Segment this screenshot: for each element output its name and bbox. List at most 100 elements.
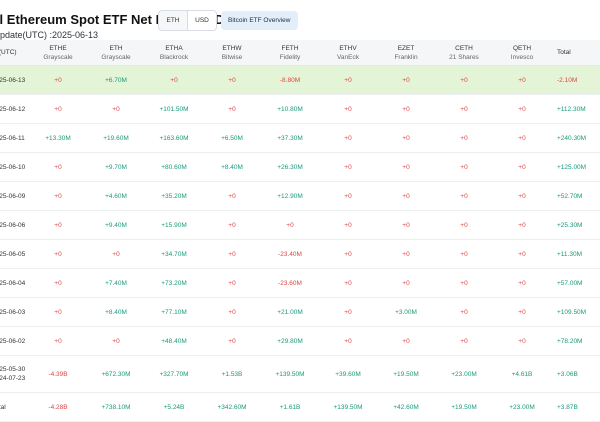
date-cell: 2025-06-13 bbox=[0, 66, 25, 94]
flow-value-cell: +0 bbox=[228, 221, 236, 229]
flow-value-cell: +0 bbox=[402, 221, 410, 229]
flow-value-cell: +0 bbox=[518, 134, 526, 142]
flow-value-cell: +0 bbox=[344, 250, 352, 258]
column-issuer: 21 Shares bbox=[449, 53, 479, 61]
column-issuer: VanEck bbox=[337, 53, 359, 61]
flow-value-cell: +240.30M bbox=[557, 134, 587, 142]
column-ticker: ETHA bbox=[165, 44, 183, 52]
table-row: 2025-06-09 +0 +4.60M +35.20M +0 +12.90M +0 +0 +0… bbox=[0, 182, 600, 211]
flow-value-cell: +0 bbox=[344, 308, 352, 316]
column-header-ceth[interactable]: CETH 21 Shares bbox=[449, 40, 479, 65]
date-cell: 2025-06-03 bbox=[0, 298, 25, 326]
flow-value-cell: +0 bbox=[344, 163, 352, 171]
column-header-qeth[interactable]: QETH Invesco bbox=[511, 40, 533, 65]
flow-value-cell: +0 bbox=[518, 250, 526, 258]
flow-value-cell: +23.00M bbox=[451, 370, 477, 378]
flow-value-cell: +0 bbox=[54, 250, 62, 258]
toolbar: ETH USD Bitcoin ETF Overview bbox=[158, 10, 298, 31]
flow-value-cell: +1.53B bbox=[221, 370, 243, 378]
eth-toggle-button[interactable]: ETH bbox=[159, 11, 187, 30]
column-header-ethv[interactable]: ETHV VanEck bbox=[337, 40, 359, 65]
flow-value-cell: +6.50M bbox=[221, 134, 243, 142]
flow-value-cell: +112.30M bbox=[557, 105, 586, 113]
flow-value-cell: +3.87B bbox=[557, 403, 578, 411]
flow-value-cell: -23.60M bbox=[278, 279, 302, 287]
flow-value-cell: +42.60M bbox=[393, 403, 419, 411]
flow-value-cell: +9.70M bbox=[105, 163, 127, 171]
date-text: 2025-06-05 bbox=[0, 250, 26, 258]
flow-value-cell: +5.24B bbox=[163, 403, 185, 411]
flow-value-cell: +8.40M bbox=[105, 308, 127, 316]
flow-value-cell: +0 bbox=[112, 105, 120, 113]
flow-value-cell: -4.28B bbox=[48, 403, 68, 411]
column-issuer: Bitwise bbox=[221, 53, 243, 61]
flow-value-cell: +0 bbox=[460, 105, 468, 113]
column-header-etha[interactable]: ETHA Blackrock bbox=[160, 40, 188, 65]
date-end-text: 2024-07-23 bbox=[0, 375, 26, 382]
flow-value-cell: +0 bbox=[54, 105, 62, 113]
flow-value-cell: +9.40M bbox=[105, 221, 127, 229]
column-ticker: ETHW bbox=[222, 44, 242, 52]
flow-value-cell: +7.40M bbox=[105, 279, 127, 287]
date-text: 2025-06-06 bbox=[0, 221, 26, 229]
date-text: 2025-06-09 bbox=[0, 192, 26, 200]
flow-value-cell: +0 bbox=[460, 279, 468, 287]
flow-value-cell: +0 bbox=[518, 279, 526, 287]
column-header-ethw[interactable]: ETHW Bitwise bbox=[222, 40, 243, 65]
flow-value-cell: +0 bbox=[54, 279, 62, 287]
column-header-total[interactable]: Total bbox=[557, 40, 571, 65]
flow-value-cell: +78.20M bbox=[557, 337, 583, 345]
bitcoin-etf-overview-button[interactable]: Bitcoin ETF Overview bbox=[221, 11, 298, 30]
flow-value-cell: +0 bbox=[460, 76, 468, 84]
column-header-ethe[interactable]: ETHE Grayscale bbox=[43, 40, 72, 65]
table-row: 2025-05-30 2024-07-23 -4.39B +672.30M +327.7… bbox=[0, 356, 600, 393]
flow-value-cell: +327.70M bbox=[159, 370, 189, 378]
flow-value-cell: +0 bbox=[344, 279, 352, 287]
table-row: 2025-06-12 +0 +0 +101.50M +0 +10.80M +0 +0 +0 +0 +… bbox=[0, 95, 600, 124]
flow-value-cell: +0 bbox=[344, 76, 352, 84]
date-text: 2025-06-13 bbox=[0, 76, 26, 84]
flow-value-cell: +672.30M bbox=[101, 370, 131, 378]
table-body: 2025-06-13 +0 +6.70M +0 +0 -8.80M +0 +0 +0 +0 -2.1… bbox=[0, 66, 600, 422]
flow-value-cell: +37.30M bbox=[277, 134, 303, 142]
usd-toggle-button[interactable]: USD bbox=[187, 11, 216, 30]
flow-value-cell: +0 bbox=[518, 192, 526, 200]
table-header: se(UTC) ETHEGrayscale ETHGrayscale ETHABlac… bbox=[0, 40, 600, 66]
flow-value-cell: +0 bbox=[460, 250, 468, 258]
flow-value-cell: +3.06B bbox=[557, 370, 578, 378]
flow-value-cell: -23.40M bbox=[278, 250, 302, 258]
flow-value-cell: +0 bbox=[344, 337, 352, 345]
flow-value-cell: +34.70M bbox=[161, 250, 187, 258]
flow-value-cell: +0 bbox=[228, 337, 236, 345]
date-text: 2025-06-12 bbox=[0, 105, 26, 113]
column-header-date[interactable]: se(UTC) bbox=[0, 40, 17, 65]
flow-value-cell: +0 bbox=[170, 76, 178, 84]
flow-value-cell: +139.50M bbox=[275, 370, 305, 378]
flow-value-cell: +0 bbox=[228, 308, 236, 316]
flow-value-cell: +8.40M bbox=[221, 163, 243, 171]
flow-value-cell: +19.50M bbox=[393, 370, 419, 378]
flow-value-cell: +0 bbox=[518, 76, 526, 84]
date-cell: 2025-06-12 bbox=[0, 95, 25, 123]
column-header-ezet[interactable]: EZET Franklin bbox=[394, 40, 417, 65]
column-ticker: ETHE bbox=[49, 44, 67, 52]
column-ticker: Total bbox=[557, 49, 571, 56]
flow-value-cell: +0 bbox=[518, 308, 526, 316]
flow-value-cell: +342.60M bbox=[217, 403, 247, 411]
flow-value-cell: +139.50M bbox=[333, 403, 363, 411]
column-ticker: EZET bbox=[397, 44, 415, 52]
flow-value-cell: +0 bbox=[460, 221, 468, 229]
flow-value-cell: +39.60M bbox=[335, 370, 361, 378]
flow-value-cell: +0 bbox=[112, 250, 120, 258]
column-header-eth[interactable]: ETH Grayscale bbox=[101, 40, 130, 65]
table-row: 2025-06-06 +0 +9.40M +15.90M +0 +0 +0 +0 +0 +0 +25… bbox=[0, 211, 600, 240]
flow-value-cell: +0 bbox=[518, 221, 526, 229]
date-text: Total bbox=[0, 403, 6, 411]
table-row: 2025-06-13 +0 +6.70M +0 +0 -8.80M +0 +0 +0 +0 -2.1… bbox=[0, 66, 600, 95]
flow-value-cell: +52.70M bbox=[557, 192, 583, 200]
date-cell: 2025-06-10 bbox=[0, 153, 25, 181]
column-header-feth[interactable]: FETH Fidelity bbox=[280, 40, 301, 65]
flow-value-cell: -2.10M bbox=[557, 76, 578, 84]
flow-value-cell: +0 bbox=[402, 163, 410, 171]
flow-value-cell: +0 bbox=[228, 279, 236, 287]
